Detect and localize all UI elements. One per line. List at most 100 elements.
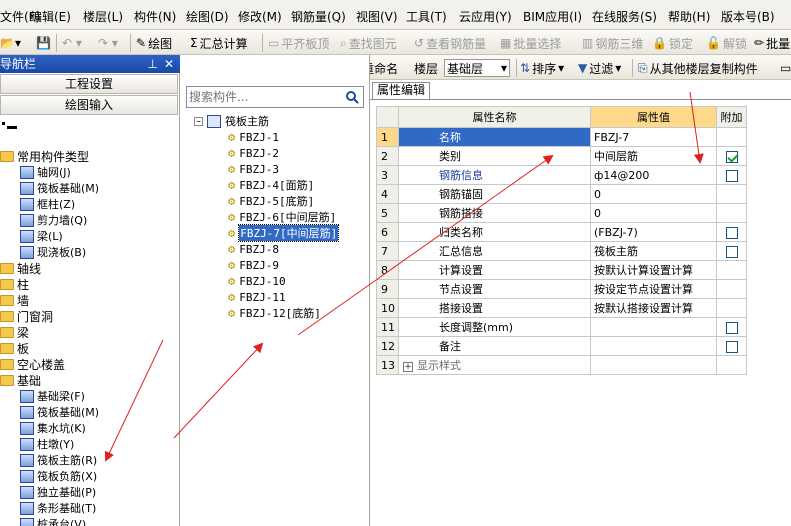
rebar-3d-button[interactable]: ▥ 钢筋三维 [582, 34, 643, 52]
copy-from-floor-button[interactable]: ⎘ 从其他楼层复制构件 [638, 59, 758, 77]
tab-property-edit[interactable]: 属性编辑 [372, 82, 430, 99]
draw-button[interactable]: ✎ 绘图 [136, 34, 172, 52]
property-row[interactable]: 10 搭接设置 按默认搭接设置计算 [376, 298, 747, 318]
menu-item[interactable]: 绘图(D) [186, 8, 229, 25]
tree-item[interactable]: ⚙ FBZJ-11 [228, 289, 286, 305]
menu-item[interactable]: 钢筋量(Q) [291, 8, 346, 25]
property-row[interactable]: 9 节点设置 按设定节点设置计算 [376, 279, 747, 299]
search-icon[interactable] [345, 90, 359, 104]
property-row[interactable]: 4 钢筋锚固 0 [376, 184, 747, 204]
tree-item[interactable]: ⚙ FBZJ-8 [228, 241, 279, 257]
property-value[interactable]: 筏板主筋 [590, 241, 717, 261]
tree-item[interactable]: ⚙ FBZJ-6[中间层筋] [228, 209, 336, 225]
extra-checkbox[interactable] [726, 150, 738, 163]
tree-root[interactable]: − 筏板主筋 [194, 113, 269, 129]
property-value[interactable] [590, 336, 717, 356]
sum-button[interactable]: Σ 汇总计算 [190, 34, 248, 52]
property-row[interactable]: 12 备注 [376, 336, 747, 356]
nav-component[interactable]: 轴网(J) [20, 164, 71, 180]
property-value[interactable]: 按设定节点设置计算 [590, 279, 717, 299]
property-row[interactable]: 11 长度调整(mm) [376, 317, 747, 337]
tree-item[interactable]: ⚙ FBZJ-3 [228, 161, 279, 177]
nav-component[interactable]: 柱墩(Y) [20, 436, 74, 452]
sort-button[interactable]: ⇅ 排序 ▾ [520, 59, 564, 77]
pin-icon[interactable]: ⊥ [148, 55, 158, 73]
tree-item[interactable]: ⚙ FBZJ-5[底筋] [228, 193, 314, 209]
tree-collapse-icon[interactable] [0, 121, 30, 135]
menu-item[interactable]: 修改(M) [238, 8, 282, 25]
lock-button[interactable]: 🔒 锁定 [652, 34, 693, 52]
property-value[interactable]: 按默认计算设置计算 [590, 260, 717, 280]
property-row[interactable]: 5 钢筋搭接 0 [376, 203, 747, 223]
filter-button[interactable]: ▼ 过滤 ▾ [578, 59, 621, 77]
nav-component[interactable]: 独立基础(P) [20, 484, 96, 500]
nav-folder[interactable]: 空心楼盖 [0, 356, 65, 372]
tree-item[interactable]: ⚙ FBZJ-1 [228, 129, 279, 145]
property-value[interactable]: 0 [590, 203, 717, 223]
redo-icon[interactable]: ↷ ▾ [98, 34, 118, 52]
unlock-button[interactable]: 🔓 解锁 [706, 34, 747, 52]
menu-item[interactable]: 楼层(L) [83, 8, 123, 25]
nav-component[interactable]: 梁(L) [20, 228, 63, 244]
menu-item[interactable]: 工具(T) [406, 8, 447, 25]
nav-folder[interactable]: 柱 [0, 276, 29, 292]
property-value[interactable]: 0 [590, 184, 717, 204]
nav-component[interactable]: 条形基础(T) [20, 500, 96, 516]
extra-checkbox[interactable] [726, 321, 738, 334]
batch-button[interactable]: ✏ 批量 [754, 34, 790, 52]
save-icon[interactable]: 💾 [36, 34, 51, 52]
floor-select[interactable]: 基础层 ▾ [444, 59, 510, 77]
flat-slab-button[interactable]: ▭ 平齐板顶 [268, 34, 329, 52]
tree-item[interactable]: ⚙ FBZJ-2 [228, 145, 279, 161]
search-input[interactable] [189, 89, 339, 105]
nav-component[interactable]: 框柱(Z) [20, 196, 75, 212]
project-settings-button[interactable]: 工程设置 [0, 74, 178, 94]
nav-component[interactable]: 筏板基础(M) [20, 180, 99, 196]
find-button[interactable]: ⌕ 查找图元 [340, 34, 397, 52]
property-value[interactable]: (FBZJ-7) [590, 222, 717, 242]
view-rebar-button[interactable]: ↺ 查看钢筋量 [414, 34, 486, 52]
tree-item[interactable]: ⚙ FBZJ-7[中间层筋] [228, 224, 340, 242]
tree-item[interactable]: ⚙ FBZJ-9 [228, 257, 279, 273]
property-value[interactable]: ф14@200 [590, 165, 717, 185]
menu-item[interactable]: 版本号(B) [721, 8, 775, 25]
property-row[interactable]: 6 归类名称 (FBZJ-7) [376, 222, 747, 242]
nav-component[interactable]: 剪力墙(Q) [20, 212, 87, 228]
property-value[interactable]: 按默认搭接设置计算 [590, 298, 717, 318]
extra-checkbox[interactable] [726, 245, 738, 258]
tree-item[interactable]: ⚙ FBZJ-10 [228, 273, 286, 289]
menu-item[interactable]: 在线服务(S) [592, 8, 657, 25]
extra-checkbox[interactable] [726, 340, 738, 353]
nav-component[interactable]: 筏板负筋(X) [20, 468, 97, 484]
nav-folder[interactable]: 基础 [0, 372, 41, 388]
nav-folder[interactable]: 常用构件类型 [0, 148, 89, 164]
property-row[interactable]: 3 钢筋信息 ф14@200 [376, 165, 747, 185]
nav-folder[interactable]: 门窗洞 [0, 308, 53, 324]
batch-select-button[interactable]: ▦ 批量选择 [500, 34, 561, 52]
menu-item[interactable]: 云应用(Y) [459, 8, 512, 25]
nav-folder[interactable]: 梁 [0, 324, 29, 340]
menu-item[interactable]: 编辑(E) [30, 8, 71, 25]
property-row[interactable]: 7 汇总信息 筏板主筋 [376, 241, 747, 261]
nav-folder[interactable]: 轴线 [0, 260, 41, 276]
tree-item[interactable]: ⚙ FBZJ-4[面筋] [228, 177, 314, 193]
more-icon[interactable]: ▭ [780, 59, 791, 77]
property-value[interactable]: 中间层筋 [590, 146, 717, 166]
nav-component[interactable]: 筏板基础(M) [20, 404, 99, 420]
extra-checkbox[interactable] [726, 169, 738, 182]
open-icon[interactable]: 📂▾ [0, 34, 21, 52]
undo-icon[interactable]: ↶ ▾ [62, 34, 82, 52]
nav-component[interactable]: 筏板主筋(R) [20, 452, 97, 468]
draw-input-button[interactable]: 绘图输入 [0, 95, 178, 115]
tree-item[interactable]: ⚙ FBZJ-12[底筋] [228, 305, 321, 321]
menu-item[interactable]: 帮助(H) [668, 8, 710, 25]
property-row[interactable]: 2 类别 中间层筋 [376, 146, 747, 166]
nav-component[interactable]: 桩承台(V) [20, 516, 86, 526]
property-value[interactable]: FBZJ-7 [590, 127, 717, 147]
nav-component[interactable]: 基础梁(F) [20, 388, 85, 404]
menu-item[interactable]: BIM应用(I) [523, 8, 582, 25]
close-icon[interactable]: ✕ [164, 55, 174, 73]
nav-folder[interactable]: 板 [0, 340, 29, 356]
property-value[interactable] [590, 317, 717, 337]
extra-checkbox[interactable] [726, 226, 738, 239]
